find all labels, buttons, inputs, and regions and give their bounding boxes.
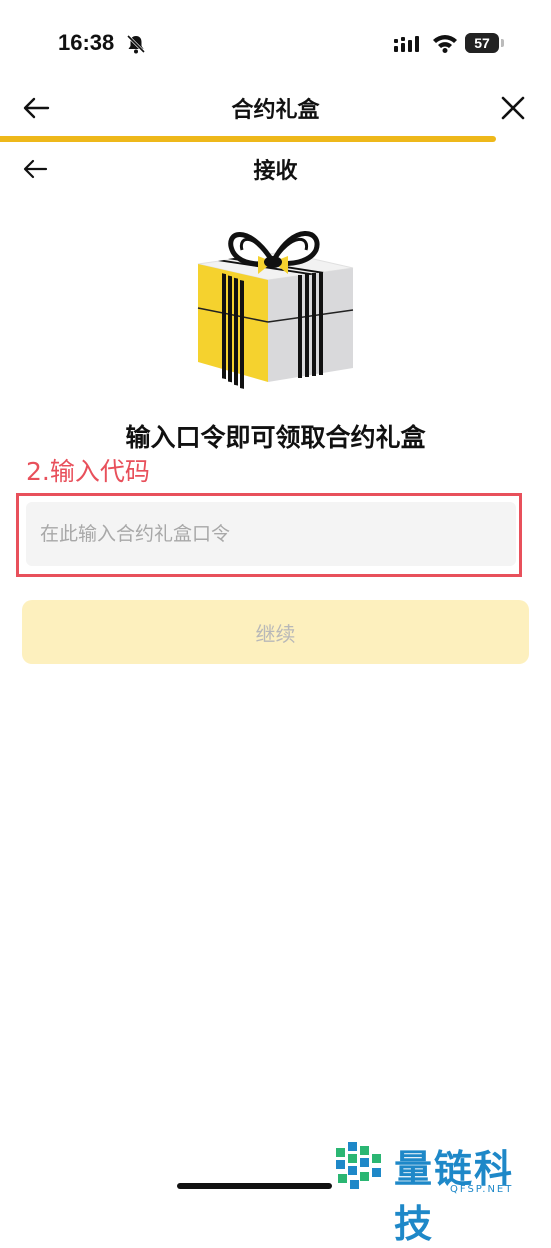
status-bar: 16:38 57: [0, 0, 551, 80]
battery-nub: [501, 39, 504, 47]
watermark-logo: 量链科技 QFSP.NET: [330, 1136, 551, 1246]
home-indicator[interactable]: [177, 1183, 332, 1189]
gift-box-icon: [188, 222, 358, 394]
bell-muted-icon: [125, 33, 147, 59]
page-title: 合约礼盒: [231, 98, 320, 123]
continue-button[interactable]: 继续: [22, 600, 529, 664]
headline: 输入口令即可领取合约礼盒: [125, 423, 426, 452]
wifi-icon: [432, 33, 458, 57]
battery-percent: 57: [474, 35, 490, 51]
signal-icon: [394, 36, 420, 56]
gift-code-input[interactable]: [26, 502, 516, 566]
top-nav: 合约礼盒: [0, 80, 551, 136]
watermark-icon: [336, 1142, 381, 1189]
status-time: 16:38: [58, 30, 115, 55]
close-icon[interactable]: [497, 92, 529, 124]
progress-bar: [0, 136, 496, 142]
watermark-url: QFSP.NET: [450, 1184, 514, 1195]
battery-indicator: 57: [465, 33, 499, 53]
step-annotation: 2.输入代码: [26, 457, 150, 486]
progress-track: [0, 136, 551, 142]
sub-nav: 接收: [0, 148, 551, 188]
section-title: 接收: [253, 159, 298, 184]
